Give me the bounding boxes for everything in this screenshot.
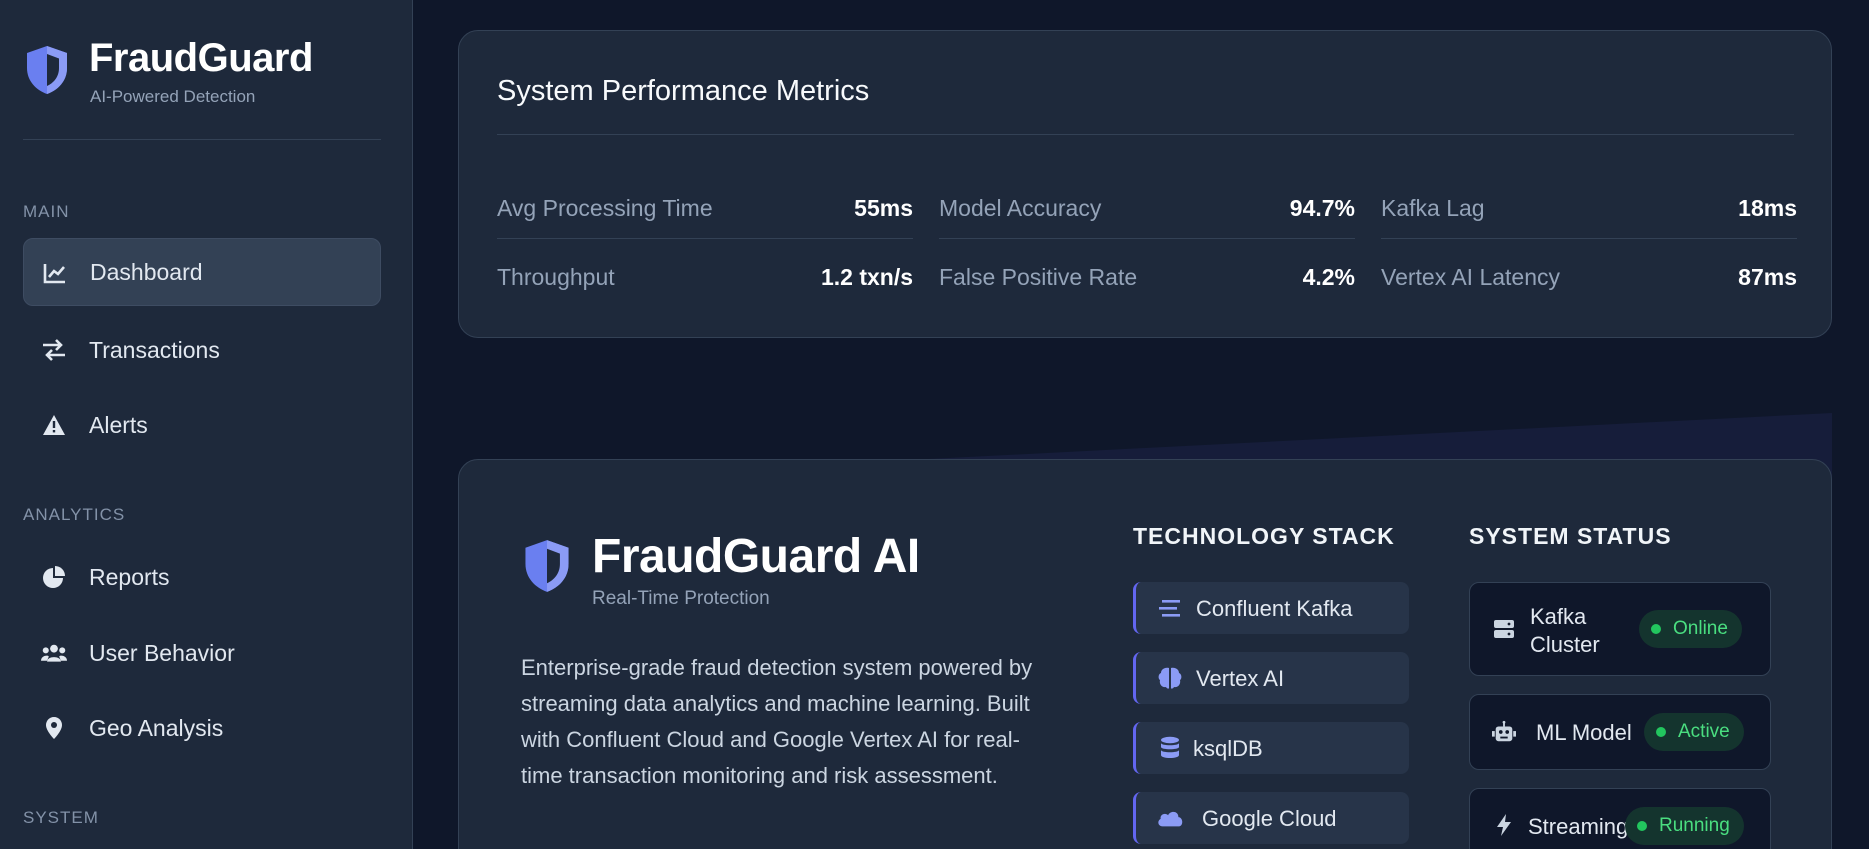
section-label-analytics: ANALYTICS — [23, 505, 126, 524]
about-card: FraudGuard AI Real-Time Protection Enter… — [458, 459, 1832, 849]
sidebar-item-geo-analysis[interactable]: Geo Analysis — [23, 694, 381, 762]
status-text: Active — [1678, 721, 1730, 742]
status-text: Running — [1659, 815, 1730, 836]
server-icon — [1492, 617, 1516, 641]
sidebar-item-label: Alerts — [89, 411, 148, 438]
status-badge: Active — [1644, 713, 1744, 751]
metric-vertex-ai-latency: Vertex AI Latency 87ms — [1381, 250, 1797, 308]
status-item-streaming: Streaming Running — [1469, 788, 1771, 849]
status-label: ML Model — [1536, 720, 1632, 745]
tech-stack-heading: TECHNOLOGY STACK — [1133, 523, 1395, 549]
performance-metrics-card: System Performance Metrics Avg Processin… — [458, 30, 1832, 338]
sidebar-item-label: Transactions — [89, 336, 220, 363]
status-item-kafka-cluster: Kafka Cluster Online — [1469, 582, 1771, 676]
metric-value: 55ms — [854, 195, 913, 221]
metric-label: Kafka Lag — [1381, 195, 1485, 221]
status-badge: Online — [1639, 610, 1742, 648]
exchange-arrows-icon — [41, 338, 67, 362]
brand: FraudGuard AI-Powered Detection — [23, 36, 381, 140]
pie-chart-icon — [41, 565, 67, 589]
system-status-heading: SYSTEM STATUS — [1469, 523, 1672, 549]
sidebar-item-dashboard[interactable]: Dashboard — [23, 238, 381, 306]
status-dot — [1656, 727, 1666, 737]
status-dot — [1651, 624, 1661, 634]
metric-kafka-lag: Kafka Lag 18ms — [1381, 181, 1797, 239]
map-pin-icon — [41, 716, 67, 740]
metric-throughput: Throughput 1.2 txn/s — [497, 250, 913, 308]
brand-subtitle: AI-Powered Detection — [90, 87, 256, 106]
sidebar-item-reports[interactable]: Reports — [23, 543, 381, 611]
stream-lines-icon — [1156, 596, 1184, 620]
about-subtitle: Real-Time Protection — [592, 588, 770, 609]
metric-false-positive-rate: False Positive Rate 4.2% — [939, 250, 1355, 308]
tech-label: Google Cloud — [1202, 806, 1337, 831]
metric-label: Throughput — [497, 264, 615, 290]
tech-item-vertex-ai: Vertex AI — [1133, 652, 1409, 704]
about-description: Enterprise-grade fraud detection system … — [521, 655, 1033, 788]
section-label-main: MAIN — [23, 202, 70, 221]
sidebar-item-alerts[interactable]: Alerts — [23, 391, 381, 459]
metric-label: Vertex AI Latency — [1381, 264, 1561, 290]
metric-model-accuracy: Model Accuracy 94.7% — [939, 181, 1355, 239]
metric-value: 94.7% — [1289, 195, 1355, 221]
tech-item-ksqldb: ksqlDB — [1133, 722, 1409, 774]
metric-value: 87ms — [1738, 264, 1797, 290]
status-label: Streaming — [1528, 814, 1629, 839]
shield-icon — [525, 540, 569, 592]
metric-label: False Positive Rate — [939, 264, 1138, 290]
metrics-title: System Performance Metrics — [497, 75, 870, 107]
bolt-icon — [1492, 813, 1516, 837]
metric-label: Model Accuracy — [939, 195, 1102, 221]
metric-value: 18ms — [1738, 195, 1797, 221]
brand-name: FraudGuard — [89, 36, 313, 80]
metric-avg-processing-time: Avg Processing Time 55ms — [497, 181, 913, 239]
metric-value: 1.2 txn/s — [820, 264, 913, 290]
database-icon — [1156, 736, 1184, 760]
sidebar: FraudGuard AI-Powered Detection MAIN Das… — [0, 0, 413, 849]
sidebar-item-label: Dashboard — [90, 258, 203, 285]
users-icon — [41, 641, 67, 665]
sidebar-item-label: Geo Analysis — [89, 714, 224, 741]
warning-triangle-icon — [41, 413, 67, 437]
metric-value: 4.2% — [1302, 264, 1355, 290]
sidebar-item-label: Reports — [89, 563, 170, 590]
sidebar-item-transactions[interactable]: Transactions — [23, 316, 381, 384]
brain-icon — [1156, 666, 1184, 690]
tech-item-google-cloud: Google Cloud — [1133, 792, 1409, 844]
section-label-system: SYSTEM — [23, 808, 99, 827]
about-title: FraudGuard AI — [592, 530, 920, 583]
status-text: Online — [1673, 618, 1728, 639]
robot-icon — [1492, 720, 1516, 744]
status-badge: Running — [1625, 807, 1744, 845]
tech-item-confluent-kafka: Confluent Kafka — [1133, 582, 1409, 634]
metric-label: Avg Processing Time — [497, 195, 713, 221]
sidebar-item-user-behavior[interactable]: User Behavior — [23, 619, 381, 687]
cloud-icon — [1156, 806, 1184, 830]
status-item-ml-model: ML Model Active — [1469, 694, 1771, 770]
status-dot — [1637, 821, 1647, 831]
tech-label: ksqlDB — [1193, 736, 1263, 761]
chart-line-icon — [42, 261, 68, 285]
status-label: Kafka Cluster — [1530, 604, 1600, 657]
app-root: FraudGuard AI-Powered Detection MAIN Das… — [0, 0, 1869, 849]
tech-label: Confluent Kafka — [1196, 596, 1353, 621]
sidebar-item-label: User Behavior — [89, 639, 235, 666]
divider — [497, 134, 1794, 135]
shield-icon — [27, 46, 67, 94]
tech-label: Vertex AI — [1196, 666, 1285, 691]
